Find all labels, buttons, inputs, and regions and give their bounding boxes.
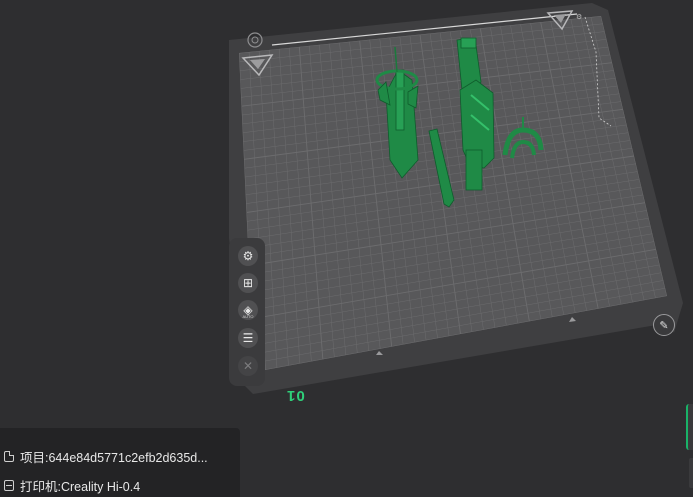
info-panel: 项目:644e84d5771c2efb2d635d... 打印机:Crealit… <box>0 428 240 497</box>
side-toolbar: ⚙ ⊞ ◈ AUTO ☰ ✕ <box>229 238 265 386</box>
auto-rotate-button[interactable]: ◈ AUTO <box>238 300 258 320</box>
auto-rotate-label: AUTO <box>242 314 254 319</box>
auto-arrange-icon[interactable]: ⊞ <box>238 273 258 293</box>
printer-row: 打印机:Creality Hi-0.4 <box>4 476 140 494</box>
right-panel-tab[interactable] <box>686 404 693 450</box>
document-icon <box>4 450 14 462</box>
delete-icon[interactable]: ✕ <box>238 356 258 376</box>
project-label: 项目:644e84d5771c2efb2d635d... <box>20 450 208 465</box>
object-list-icon[interactable]: ☰ <box>238 328 258 348</box>
plate-number-label[interactable]: 01 <box>286 387 305 404</box>
svg-text:⚙: ⚙ <box>576 13 582 21</box>
printer-icon <box>4 479 14 491</box>
project-row: 项目:644e84d5771c2efb2d635d... <box>4 447 208 465</box>
printer-label: 打印机:Creality Hi-0.4 <box>20 479 141 494</box>
right-panel-tab-secondary[interactable] <box>689 458 693 488</box>
settings-icon[interactable]: ⚙ <box>238 246 258 266</box>
3d-viewport[interactable]: ⚙ 01 ⚙ ⊞ ◈ AUTO ☰ ✕ ✎ <box>0 0 693 497</box>
edit-plate-icon[interactable]: ✎ <box>653 314 675 336</box>
viewport-canvas[interactable]: ⚙ <box>0 0 693 497</box>
